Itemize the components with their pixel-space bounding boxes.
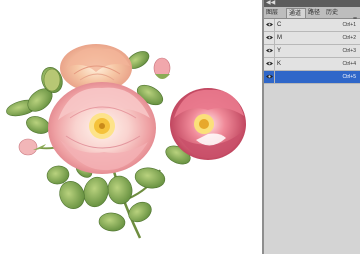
- channel-shortcut: Ctrl+5: [342, 74, 356, 80]
- panel-tabs: 图层 通道 路径 历史 ≡: [264, 7, 360, 23]
- eye-icon[interactable]: [264, 19, 275, 31]
- channel-row-y[interactable]: Y Ctrl+3: [264, 45, 360, 58]
- channels-panel: ◀◀ 图层 通道 路径 历史 ≡ C Ctrl+1 M Ctrl+2 Y: [264, 0, 360, 254]
- channel-row-k[interactable]: K Ctrl+4: [264, 58, 360, 71]
- collapse-icon[interactable]: ◀◀: [266, 0, 275, 7]
- channel-shortcut: Ctrl+3: [342, 48, 356, 54]
- panel-titlebar[interactable]: ◀◀: [264, 0, 360, 7]
- panel-empty-area: [264, 84, 360, 254]
- channel-name: C: [277, 22, 282, 28]
- rose-illustration: [6, 44, 246, 239]
- eye-icon[interactable]: [264, 58, 275, 70]
- channel-shortcut: Ctrl+1: [342, 22, 356, 28]
- red-rose: [170, 88, 246, 160]
- channel-list: C Ctrl+1 M Ctrl+2 Y Ctrl+3 K Ctrl+4 Ctrl…: [264, 19, 360, 84]
- eye-icon[interactable]: [264, 45, 275, 57]
- tab-paths[interactable]: 路径: [306, 8, 324, 18]
- channel-shortcut: Ctrl+2: [342, 35, 356, 41]
- eye-icon[interactable]: [264, 71, 275, 83]
- tab-layers[interactable]: 图层: [264, 8, 286, 18]
- pink-rose: [48, 82, 156, 174]
- tab-channels[interactable]: 通道: [286, 8, 306, 18]
- channel-row-m[interactable]: M Ctrl+2: [264, 32, 360, 45]
- eye-icon[interactable]: [264, 32, 275, 44]
- tab-history[interactable]: 历史: [324, 8, 342, 18]
- document-canvas[interactable]: [0, 0, 262, 254]
- channel-name: Y: [277, 48, 282, 54]
- channel-name: M: [277, 35, 282, 41]
- channel-name: K: [277, 61, 282, 67]
- channel-row-c[interactable]: C Ctrl+1: [264, 19, 360, 32]
- channel-row-selected[interactable]: Ctrl+5: [264, 71, 360, 84]
- channel-shortcut: Ctrl+4: [342, 61, 356, 67]
